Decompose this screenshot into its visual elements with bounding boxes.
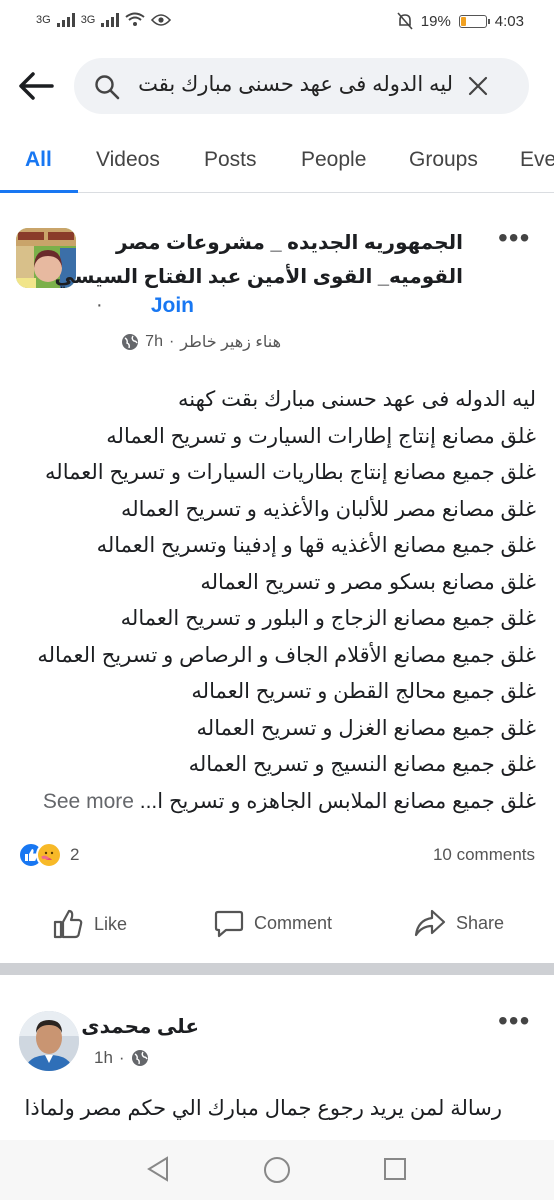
post-author[interactable]: هناء زهير خاطر: [180, 332, 281, 352]
globe-icon: [122, 334, 139, 350]
post-line: غلق مصانع بسكو مصر و تسريح العماله: [200, 570, 536, 594]
post-meta: هناء زهير خاطر · 7h: [121, 332, 281, 352]
comments-count[interactable]: 10 comments: [433, 845, 535, 865]
nav-back-icon[interactable]: [146, 1156, 170, 1182]
post-line: غلق جميع محالج القطن و تسريح العماله: [191, 680, 536, 703]
post-options-icon[interactable]: •••: [498, 222, 530, 254]
post-body[interactable]: ليه الدوله فى عهد حسنى مبارك بقت كهنه غل…: [18, 382, 536, 820]
search-query: ليه الدوله فى عهد حسنى مبارك بقت: [138, 73, 453, 96]
reaction-summary[interactable]: 2: [18, 842, 79, 868]
post-last-line-text: غلق جميع مصانع الملابس الجاهزه و تسريح ا…: [139, 789, 536, 813]
avatar[interactable]: [19, 1011, 79, 1071]
tab-events[interactable]: Eve: [520, 148, 554, 172]
share-button[interactable]: Share: [414, 908, 504, 938]
search-icon: [95, 75, 120, 100]
active-tab-indicator: [0, 190, 78, 193]
join-button[interactable]: Join: [151, 294, 194, 318]
tab-people[interactable]: People: [301, 148, 366, 172]
comment-label: Comment: [254, 912, 333, 933]
clear-search-icon[interactable]: [466, 74, 490, 98]
globe-icon: [131, 1050, 148, 1066]
search-filter-tabs: All Videos Posts People Groups Eve: [0, 130, 554, 193]
post-line: غلق جميع مصانع الزجاج و البلور و تسريح ا…: [120, 607, 536, 630]
post-line: ليه الدوله فى عهد حسنى مبارك بقت كهنه: [177, 388, 536, 411]
signal-label-2: 3G: [80, 13, 96, 26]
post-line: غلق مصانع إنتاج إطارات السيارت و تسريح ا…: [106, 424, 536, 448]
share-label: Share: [456, 912, 505, 933]
see-more-link[interactable]: See more: [43, 790, 134, 813]
post-line: غلق جميع مصانع الأغذيه قها و إدفينا وتسر…: [96, 534, 536, 557]
clock: 4:03: [494, 12, 524, 30]
battery-percent: 19%: [420, 12, 451, 30]
nav-home-icon[interactable]: [263, 1156, 291, 1184]
post-actions: Like Comment Share: [0, 900, 554, 950]
comment-author[interactable]: على محمدى: [81, 1014, 199, 1039]
post-last-line: غلق جميع مصانع الملابس الجاهزه و تسريح ا…: [18, 784, 536, 821]
signal-bars-2-icon: [101, 12, 120, 27]
separator-dot: ·: [96, 294, 103, 316]
share-arrow-icon: [414, 909, 446, 937]
back-arrow-icon: [19, 72, 54, 100]
nav-recents-icon[interactable]: [383, 1157, 407, 1181]
battery-icon: [458, 14, 490, 28]
group-name[interactable]: الجمهوريه الجديده _ مشروعات مصر القوميه_…: [23, 226, 464, 294]
like-label: Like: [94, 913, 128, 934]
post-time-2[interactable]: 1h: [94, 1048, 113, 1068]
post-options-icon-2[interactable]: •••: [498, 1005, 530, 1037]
mute-bell-icon: [397, 12, 413, 30]
thumbs-up-icon: [53, 909, 83, 939]
post-line: غلق مصانع مصر للألبان والأغذيه و تسريح ا…: [120, 497, 536, 521]
group-name-line-2: القوميه_ القوى الأمين عبد الفتاح السيسي: [54, 266, 464, 288]
tab-groups[interactable]: Groups: [409, 148, 478, 172]
tab-videos[interactable]: Videos: [96, 148, 160, 172]
post-time[interactable]: 7h: [145, 333, 163, 351]
group-name-line-1: الجمهوريه الجديده _ مشروعات مصر: [115, 232, 463, 254]
post-line: غلق جميع مصانع إنتاج بطاريات السيارات و …: [45, 461, 536, 484]
wifi-icon: [125, 12, 145, 26]
post-divider: [0, 963, 554, 975]
post-line: غلق جميع مصانع الأقلام الجاف و الرصاص و …: [37, 643, 536, 667]
eye-icon: [151, 13, 172, 26]
signal-label-1: 3G: [36, 13, 51, 26]
reaction-count: 2: [70, 845, 80, 864]
signal-bars-icon: [56, 12, 75, 27]
post-line: غلق جميع مصانع الغزل و تسريح العماله: [196, 716, 536, 740]
comment-bubble-icon: [214, 910, 244, 938]
comment-button[interactable]: Comment: [214, 908, 332, 938]
back-button[interactable]: [18, 70, 58, 106]
post-line: غلق جميع مصانع النسيج و تسريح العماله: [188, 753, 536, 776]
post-body-2[interactable]: رسالة لمن يريد رجوع جمال مبارك الي حكم م…: [25, 1096, 502, 1121]
tab-posts[interactable]: Posts: [204, 148, 257, 172]
care-reaction-icon: [36, 842, 62, 868]
post-meta-2: 1h ·: [94, 1048, 149, 1068]
tab-all[interactable]: All: [25, 148, 52, 172]
system-navigation-bar: [0, 1140, 554, 1200]
like-button[interactable]: Like: [52, 908, 127, 940]
status-bar: 3G 3G 19% 4:03: [0, 0, 554, 48]
search-input[interactable]: ليه الدوله فى عهد حسنى مبارك بقت: [74, 58, 529, 114]
